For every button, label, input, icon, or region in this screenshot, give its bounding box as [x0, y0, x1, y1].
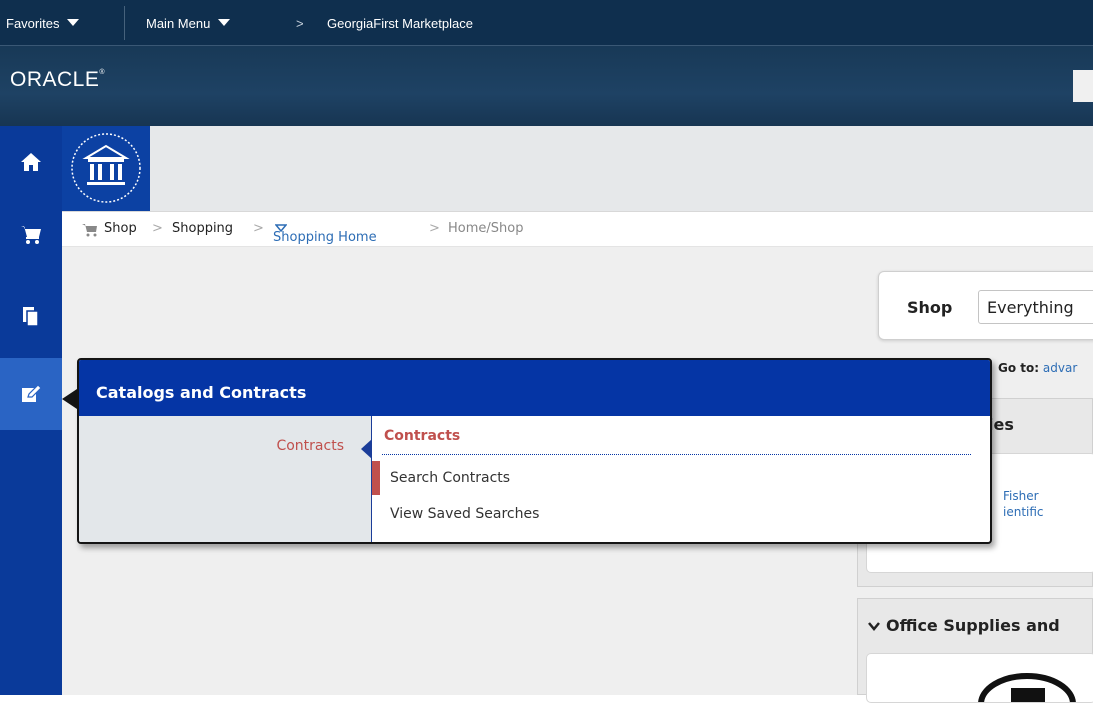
left-navigation [0, 126, 62, 695]
breadcrumb-separator: > [253, 221, 264, 236]
breadcrumb-cart-icon [82, 224, 97, 237]
shop-scope-select[interactable]: Everything [978, 290, 1093, 324]
nav-cart-button[interactable] [0, 198, 62, 270]
office-supplies-panel: Office Supplies and [857, 598, 1093, 703]
office-supplies-header-label: Office Supplies and [886, 616, 1060, 635]
nav-documents-button[interactable] [0, 280, 62, 352]
office-supplies-body [866, 653, 1093, 703]
breadcrumb-shopping-home-label: Shopping Home [273, 230, 377, 245]
flyout-section-title: Contracts [384, 428, 461, 444]
oracle-logo: ORACLE® [10, 68, 105, 92]
search-contracts-link[interactable]: Search Contracts [390, 470, 510, 486]
top-menu-bar: Favorites Main Menu > GeorgiaFirst Marke… [0, 0, 1093, 46]
menu-path-separator: > [296, 16, 304, 31]
main-menu[interactable]: Main Menu [146, 0, 230, 46]
oracle-logo-text: ORACLE [10, 68, 100, 91]
main-menu-label: Main Menu [146, 16, 211, 31]
edit-icon [22, 384, 42, 402]
supplier-logo-icon [978, 673, 1076, 702]
breadcrumb-shopping[interactable]: Shopping [172, 221, 233, 236]
selected-item-marker [372, 461, 380, 495]
university-system-seal [62, 126, 150, 211]
breadcrumb-separator: > [429, 221, 440, 236]
cart-icon [21, 226, 41, 244]
breadcrumb: Shop > Shopping > Shopping Home > Home/S… [62, 211, 1093, 247]
favorites-dropdown-icon [67, 19, 80, 26]
flyout-category-caret [361, 439, 372, 459]
nav-catalogs-contracts-button[interactable] [0, 358, 62, 430]
flyout-category-contracts[interactable]: Contracts [276, 438, 344, 454]
breadcrumb-shopping-home[interactable]: Shopping Home [273, 221, 377, 245]
flyout-pointer [62, 389, 77, 409]
office-supplies-header[interactable]: Office Supplies and [868, 616, 1060, 635]
flyout-header: Catalogs and Contracts [79, 360, 990, 416]
breadcrumb-shop[interactable]: Shop [104, 221, 137, 236]
current-page-link[interactable]: GeorgiaFirst Marketplace [327, 0, 473, 46]
header-search-box[interactable] [1073, 70, 1093, 102]
breadcrumb-separator: > [152, 221, 163, 236]
flyout-category-column: Contracts [79, 416, 372, 542]
favorites-menu[interactable]: Favorites [6, 0, 80, 46]
menu-divider [124, 6, 125, 40]
institution-logo-strip [62, 126, 1093, 211]
seal-building-icon [71, 133, 141, 203]
view-saved-searches-link[interactable]: View Saved Searches [390, 506, 539, 522]
supplier-line-2: ientific [1003, 505, 1044, 519]
main-menu-dropdown-icon [217, 19, 230, 26]
supplier-line-1: Fisher [1003, 489, 1039, 503]
goto-links: Go to: advar [998, 361, 1077, 375]
favorites-label: Favorites [6, 16, 60, 31]
oracle-logo-mark: ® [99, 69, 106, 76]
flyout-section-divider [382, 454, 971, 455]
chevron-down-icon [868, 622, 880, 631]
goto-label: Go to: [998, 361, 1040, 375]
breadcrumb-home-shop: Home/Shop [448, 221, 524, 236]
shop-search-box: Shop Everything [878, 271, 1093, 340]
advanced-search-link[interactable]: advar [1043, 361, 1077, 375]
supplier-link-fisher[interactable]: Fisher ientific [1003, 488, 1044, 520]
home-icon [21, 153, 41, 171]
branding-bar: ORACLE® [0, 46, 1093, 126]
flyout-title: Catalogs and Contracts [96, 383, 307, 402]
documents-icon [23, 307, 39, 327]
catalogs-contracts-flyout: Catalogs and Contracts Contracts Contrac… [77, 358, 992, 544]
nav-home-button[interactable] [0, 126, 62, 198]
shop-label: Shop [907, 298, 953, 317]
